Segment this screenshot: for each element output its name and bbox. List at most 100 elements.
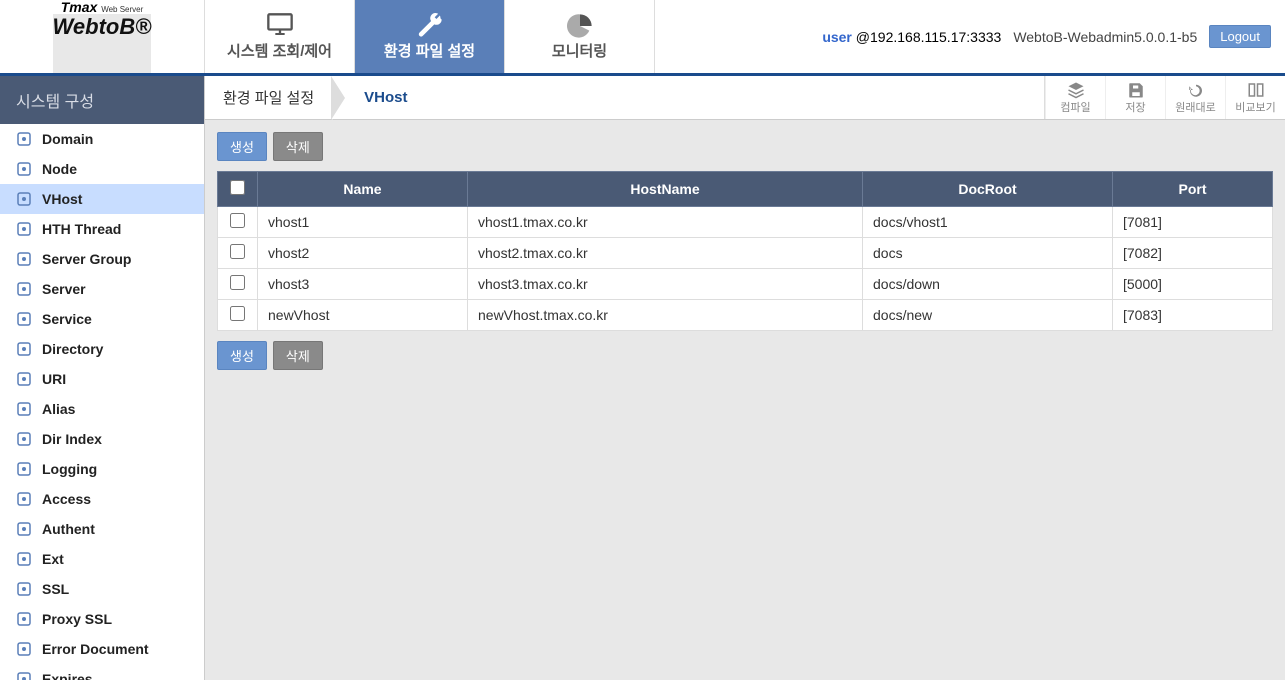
sidebar-items: Domain Node VHost HTH Thread Server Group Ser… <box>0 124 204 680</box>
row-checkbox[interactable] <box>230 244 245 259</box>
sidebar-item-icon <box>16 521 32 537</box>
save-icon <box>1127 81 1145 97</box>
table-row[interactable]: vhost2 vhost2.tmax.co.kr docs [7082] <box>218 238 1273 269</box>
row-checkbox[interactable] <box>230 213 245 228</box>
create-button[interactable]: 생성 <box>217 132 267 161</box>
sidebar-item-icon <box>16 431 32 447</box>
sidebar-item-label: Directory <box>42 341 103 357</box>
toolbar-action-2[interactable]: 원래대로 <box>1165 76 1225 119</box>
col-name: Name <box>258 172 468 207</box>
col-port: Port <box>1113 172 1273 207</box>
sidebar-item-icon <box>16 191 32 207</box>
top-tabs: 시스템 조회/제어 환경 파일 설정 모니터링 <box>205 0 655 73</box>
logo-main: WebtoB® <box>53 14 152 73</box>
sidebar-item-icon <box>16 461 32 477</box>
create-button-bottom[interactable]: 생성 <box>217 341 267 370</box>
table-header-row: Name HostName DocRoot Port <box>218 172 1273 207</box>
sidebar-item-error-document[interactable]: Error Document <box>0 634 204 664</box>
sidebar: 시스템 구성 Domain Node VHost HTH Thread Server G… <box>0 76 205 680</box>
user-host: @192.168.115.17:3333 <box>852 29 1001 45</box>
toolbar-action-1[interactable]: 저장 <box>1105 76 1165 119</box>
version-text: WebtoB-Webadmin5.0.0.1-b5 <box>1013 29 1197 45</box>
check-all-checkbox[interactable] <box>230 180 245 195</box>
delete-button[interactable]: 삭제 <box>273 132 323 161</box>
sidebar-item-label: HTH Thread <box>42 221 121 237</box>
toolbar-action-label: 비교보기 <box>1235 99 1275 115</box>
logout-button[interactable]: Logout <box>1209 25 1271 48</box>
sidebar-item-node[interactable]: Node <box>0 154 204 184</box>
table-row[interactable]: vhost1 vhost1.tmax.co.kr docs/vhost1 [70… <box>218 207 1273 238</box>
cell-docroot: docs/new <box>863 300 1113 331</box>
sidebar-item-icon <box>16 371 32 387</box>
top-tab-label: 시스템 조회/제어 <box>227 40 332 61</box>
sidebar-item-icon <box>16 581 32 597</box>
sidebar-item-icon <box>16 641 32 657</box>
sidebar-item-label: VHost <box>42 191 82 207</box>
sidebar-item-icon <box>16 491 32 507</box>
top-header: Tmax Web Server WebtoB® 시스템 조회/제어 환경 파일 설… <box>0 0 1285 76</box>
sidebar-item-proxy-ssl[interactable]: Proxy SSL <box>0 604 204 634</box>
stack-icon <box>1067 81 1085 97</box>
sidebar-item-icon <box>16 251 32 267</box>
sidebar-item-alias[interactable]: Alias <box>0 394 204 424</box>
top-tab-0[interactable]: 시스템 조회/제어 <box>205 0 355 73</box>
delete-button-bottom[interactable]: 삭제 <box>273 341 323 370</box>
sidebar-item-domain[interactable]: Domain <box>0 124 204 154</box>
undo-icon <box>1187 81 1205 97</box>
content-area: 생성 삭제 Name HostName DocRoot Port <box>205 120 1285 680</box>
cell-port: [7081] <box>1113 207 1273 238</box>
sidebar-item-uri[interactable]: URI <box>0 364 204 394</box>
sidebar-item-ssl[interactable]: SSL <box>0 574 204 604</box>
sidebar-item-service[interactable]: Service <box>0 304 204 334</box>
monitor-icon <box>266 12 294 34</box>
cell-hostname: newVhost.tmax.co.kr <box>468 300 863 331</box>
user-link[interactable]: user <box>822 29 852 45</box>
sidebar-item-icon <box>16 221 32 237</box>
sidebar-item-label: Proxy SSL <box>42 611 112 627</box>
top-tab-2[interactable]: 모니터링 <box>505 0 655 73</box>
top-tab-1[interactable]: 환경 파일 설정 <box>355 0 505 73</box>
sidebar-item-icon <box>16 341 32 357</box>
toolbar-action-0[interactable]: 컴파일 <box>1045 76 1105 119</box>
sidebar-item-label: Error Document <box>42 641 149 657</box>
sidebar-item-label: Dir Index <box>42 431 102 447</box>
sidebar-item-label: Authent <box>42 521 95 537</box>
pie-icon <box>566 12 594 34</box>
sidebar-item-label: Logging <box>42 461 97 477</box>
sidebar-item-authent[interactable]: Authent <box>0 514 204 544</box>
sidebar-item-directory[interactable]: Directory <box>0 334 204 364</box>
cell-name: vhost3 <box>258 269 468 300</box>
breadcrumb-parent[interactable]: 환경 파일 설정 <box>205 87 332 108</box>
cell-name: newVhost <box>258 300 468 331</box>
sidebar-item-label: SSL <box>42 581 69 597</box>
row-checkbox[interactable] <box>230 275 245 290</box>
table-row[interactable]: vhost3 vhost3.tmax.co.kr docs/down [5000… <box>218 269 1273 300</box>
sidebar-item-label: Ext <box>42 551 64 567</box>
sidebar-item-ext[interactable]: Ext <box>0 544 204 574</box>
sidebar-item-server[interactable]: Server <box>0 274 204 304</box>
toolbar-action-3[interactable]: 비교보기 <box>1225 76 1285 119</box>
cell-hostname: vhost2.tmax.co.kr <box>468 238 863 269</box>
breadcrumb-bar: 환경 파일 설정 VHost 컴파일저장원래대로비교보기 <box>205 76 1285 120</box>
row-checkbox[interactable] <box>230 306 245 321</box>
col-hostname: HostName <box>468 172 863 207</box>
sidebar-item-logging[interactable]: Logging <box>0 454 204 484</box>
sidebar-item-expires[interactable]: Expires <box>0 664 204 680</box>
sidebar-item-access[interactable]: Access <box>0 484 204 514</box>
toolbar-action-label: 컴파일 <box>1060 99 1090 115</box>
sidebar-item-label: Node <box>42 161 77 177</box>
sidebar-item-hth-thread[interactable]: HTH Thread <box>0 214 204 244</box>
button-row-bottom: 생성 삭제 <box>217 341 1273 370</box>
cell-hostname: vhost1.tmax.co.kr <box>468 207 863 238</box>
cell-name: vhost1 <box>258 207 468 238</box>
sidebar-item-label: Server Group <box>42 251 131 267</box>
vhost-table: Name HostName DocRoot Port vhost1 vhost1… <box>217 171 1273 331</box>
sidebar-header: 시스템 구성 <box>0 76 204 124</box>
sidebar-item-server-group[interactable]: Server Group <box>0 244 204 274</box>
logo[interactable]: Tmax Web Server WebtoB® <box>0 0 205 73</box>
breadcrumb-arrow-icon <box>332 76 346 120</box>
sidebar-item-vhost[interactable]: VHost <box>0 184 204 214</box>
top-tab-label: 환경 파일 설정 <box>384 40 475 61</box>
sidebar-item-dir-index[interactable]: Dir Index <box>0 424 204 454</box>
table-row[interactable]: newVhost newVhost.tmax.co.kr docs/new [7… <box>218 300 1273 331</box>
